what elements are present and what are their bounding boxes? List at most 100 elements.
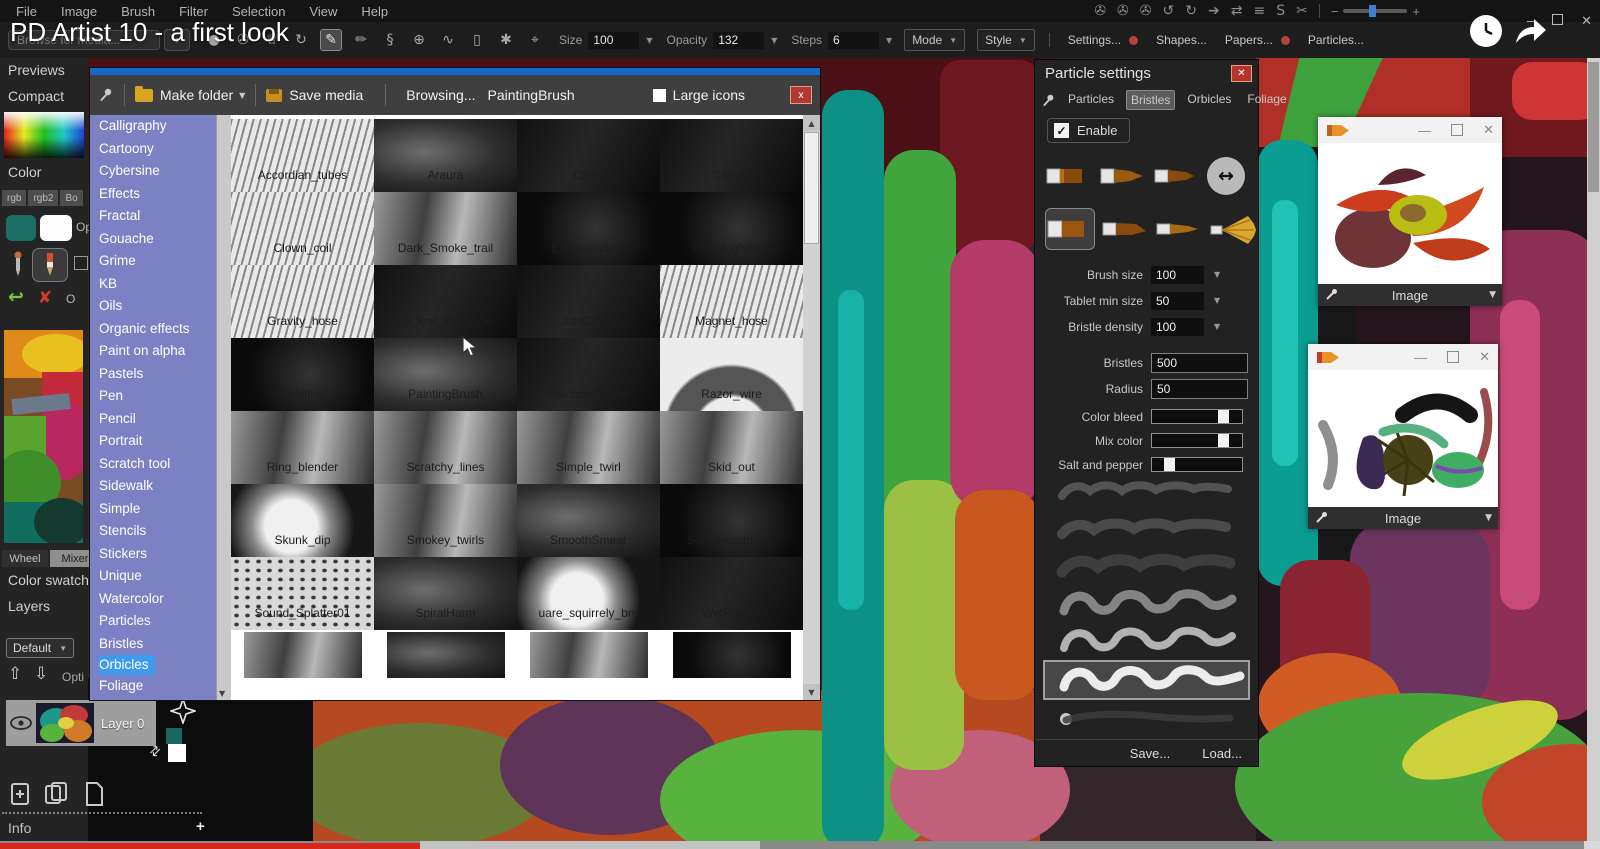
pencil-tool-icon[interactable]: ✏ — [351, 30, 371, 50]
stroke-preview[interactable] — [1043, 512, 1250, 548]
category-item[interactable]: Fractal — [90, 205, 216, 228]
stroke-preview[interactable] — [1043, 475, 1250, 511]
mix-color-slider[interactable] — [1151, 433, 1243, 448]
slider-thumb[interactable] — [1164, 458, 1175, 471]
category-item[interactable]: Portrait — [90, 430, 216, 453]
tool-checkbox[interactable] — [74, 256, 88, 270]
category-item[interactable]: Pen — [90, 385, 216, 408]
brush-preset-button[interactable] — [1045, 156, 1093, 196]
video-progress-bar[interactable] — [0, 843, 420, 849]
category-item[interactable]: Watercolor — [90, 588, 216, 611]
category-item[interactable]: Pastels — [90, 363, 216, 386]
duplicate-layer-icon[interactable] — [42, 780, 70, 808]
scroll-down-icon[interactable]: ▼ — [803, 684, 820, 700]
radius-input[interactable]: 50 — [1151, 379, 1248, 399]
particle-tab[interactable]: Particles — [1064, 90, 1118, 110]
menu-item[interactable]: View — [309, 4, 337, 19]
brush-preset-button[interactable] — [1101, 209, 1149, 249]
previews-label[interactable]: Previews — [8, 62, 65, 78]
brush-preset-button-selected[interactable] — [1045, 208, 1095, 250]
category-item[interactable]: Stencils — [90, 520, 216, 543]
media-thumbnail[interactable] — [660, 630, 803, 679]
color-mode-tab[interactable]: Bo — [60, 190, 82, 206]
pin-icon[interactable] — [1041, 93, 1056, 108]
category-item[interactable]: Pencil — [90, 408, 216, 431]
dropdown-arrow-icon[interactable]: ▼ — [1485, 513, 1492, 523]
category-item[interactable]: Cartoony — [90, 138, 216, 161]
slider-thumb[interactable] — [1218, 410, 1229, 423]
wheel-tab[interactable]: Wheel — [2, 550, 48, 567]
media-thumbnail[interactable]: Skid_out — [660, 411, 803, 484]
steps-value[interactable]: 6 — [828, 32, 879, 49]
media-thumbnail[interactable]: Camo — [517, 119, 660, 192]
media-thumbnail[interactable]: Camo2 — [660, 119, 803, 192]
category-item[interactable]: Grime — [90, 250, 216, 273]
info-expand-icon[interactable]: + — [196, 818, 205, 835]
lasso-tool-icon[interactable]: ∿ — [438, 30, 458, 50]
shuffle-icon[interactable]: ⇄ — [1231, 3, 1243, 19]
size-dropdown-arrow[interactable]: ▼ — [646, 36, 652, 45]
compact-label[interactable]: Compact — [8, 88, 64, 104]
pivot-icon[interactable]: ✇ — [1117, 3, 1129, 19]
style-dropdown[interactable]: Style▼ — [977, 29, 1035, 51]
minimize-icon[interactable]: — — [1414, 350, 1427, 365]
brush-preset-button[interactable] — [1155, 209, 1203, 249]
media-thumbnail[interactable]: uare_squirrely_bru — [517, 557, 660, 630]
secondary-color-swatch[interactable] — [40, 215, 72, 241]
stroke-preview[interactable] — [1043, 701, 1250, 737]
media-thumbnail[interactable]: WetPalette — [660, 557, 803, 630]
bristle-density-value[interactable]: 100 — [1151, 318, 1204, 336]
mixer-palette[interactable] — [4, 330, 83, 543]
swirl-tool-icon[interactable]: § — [380, 30, 400, 50]
enable-checkbox[interactable]: ✓ — [1054, 123, 1069, 138]
brush-preset-button[interactable] — [1209, 209, 1257, 249]
papers-button[interactable]: Papers... — [1225, 33, 1273, 47]
cancel-icon[interactable]: ✘ — [38, 288, 52, 308]
media-thumbnail[interactable]: Sound_Splatter01 — [231, 557, 374, 630]
undo-icon[interactable]: ↺ — [1163, 3, 1175, 19]
browser-titlebar[interactable] — [90, 68, 820, 75]
scroll-up-icon[interactable]: ▲ — [803, 115, 820, 131]
stroke-direction-button[interactable]: ↔ — [1207, 157, 1245, 195]
media-thumbnail[interactable]: SpiralHarm — [374, 557, 517, 630]
category-scrollbar[interactable]: ▼ — [216, 115, 231, 700]
image-window-titlebar[interactable]: — ✕ — [1318, 117, 1502, 143]
category-item[interactable]: Simple — [90, 498, 216, 521]
enable-group[interactable]: ✓ Enable — [1047, 118, 1130, 143]
category-item[interactable]: Scratch tool — [90, 453, 216, 476]
clamp-icon[interactable]: ✇ — [1094, 3, 1106, 19]
eyedropper-icon[interactable] — [10, 250, 26, 276]
load-button[interactable]: Load... — [1202, 746, 1242, 761]
crosshair-tool-icon[interactable]: ⌖ — [525, 30, 545, 50]
large-icons-label[interactable]: Large icons — [673, 87, 745, 103]
maximize-icon[interactable] — [1552, 14, 1563, 25]
settings-button[interactable]: Settings... — [1068, 33, 1121, 47]
opacity-dropdown-arrow[interactable]: ▼ — [771, 36, 777, 45]
panel-close-button[interactable]: ✕ — [1231, 65, 1252, 82]
stroke-preview[interactable] — [1043, 549, 1250, 585]
particle-tab[interactable]: Foliage — [1243, 90, 1290, 110]
salt-and-pepper-slider[interactable] — [1151, 457, 1243, 472]
category-item[interactable]: Stickers — [90, 543, 216, 566]
minimize-icon[interactable]: — — [1418, 123, 1431, 138]
layer-visibility-eye-icon[interactable] — [10, 716, 32, 730]
media-thumbnail[interactable]: Simple_twirl — [517, 411, 660, 484]
foreground-color-chip[interactable] — [166, 728, 182, 744]
burst-tool-icon[interactable]: ✱ — [496, 30, 516, 50]
media-thumbnail[interactable]: Razor_wire — [660, 338, 803, 411]
media-thumbnail[interactable] — [517, 630, 660, 679]
brush-tool-button[interactable] — [32, 248, 68, 282]
color-bleed-slider[interactable] — [1151, 409, 1243, 424]
close-icon[interactable]: ✕ — [1483, 122, 1494, 138]
scrollbar-thumb[interactable] — [1588, 62, 1599, 192]
move-layer-down-icon[interactable]: ⇩ — [34, 664, 48, 684]
dropdown-arrow-icon[interactable]: ▼ — [1489, 290, 1496, 300]
stroke-preview[interactable] — [1043, 623, 1250, 659]
color-mode-tab[interactable]: rgb — [2, 190, 26, 206]
close-icon[interactable]: ✕ — [1479, 349, 1490, 365]
undo-stroke-icon[interactable]: ↩ — [8, 286, 24, 308]
rotate-tool-icon[interactable]: ↻ — [291, 30, 311, 50]
media-thumbnail[interactable]: PaintingBrush — [374, 338, 517, 411]
move-layer-up-icon[interactable]: ⇧ — [8, 664, 22, 684]
media-thumbnail[interactable]: Orbiting — [231, 338, 374, 411]
